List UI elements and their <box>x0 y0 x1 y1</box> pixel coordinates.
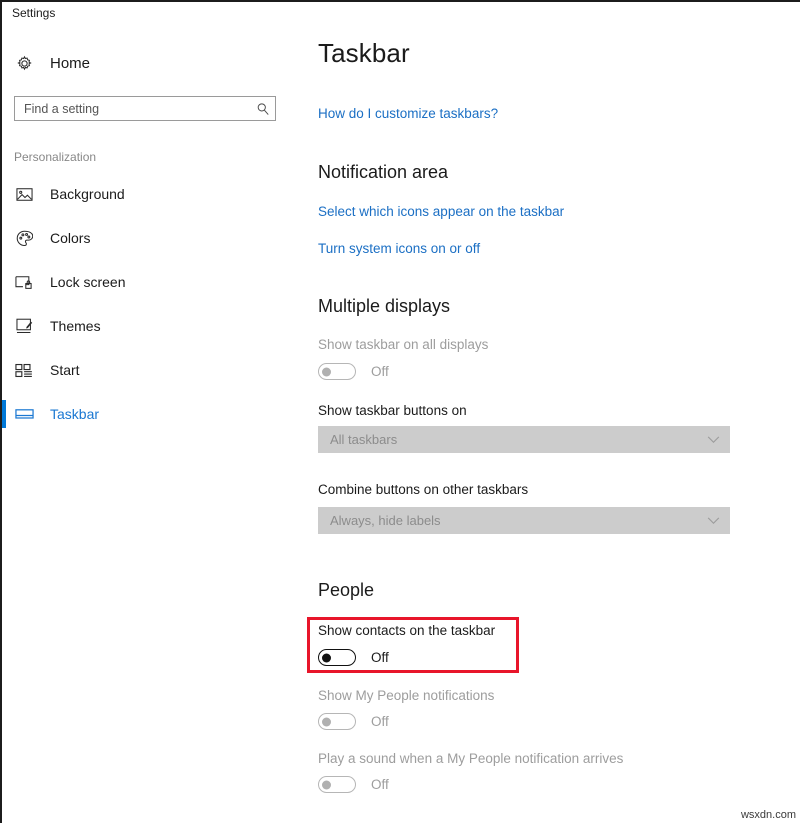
themes-brush-icon <box>12 318 36 334</box>
label-show-taskbar-all-displays: Show taskbar on all displays <box>318 337 488 352</box>
search-box[interactable] <box>14 96 276 121</box>
settings-window: Settings Home <box>0 0 800 823</box>
toggle-knob <box>322 717 331 726</box>
section-title-people: People <box>318 580 374 601</box>
chevron-down-icon <box>696 517 730 525</box>
sidebar-item-lock-screen[interactable]: Lock screen <box>2 260 300 304</box>
link-select-icons-taskbar[interactable]: Select which icons appear on the taskbar <box>318 204 564 219</box>
sidebar-item-start[interactable]: Start <box>2 348 300 392</box>
sidebar-item-taskbar[interactable]: Taskbar <box>2 392 300 436</box>
sidebar-item-label: Themes <box>50 318 101 334</box>
help-link-customize-taskbars[interactable]: How do I customize taskbars? <box>318 106 498 121</box>
section-title-notification-area: Notification area <box>318 162 448 183</box>
selection-accent <box>2 180 6 208</box>
page-title: Taskbar <box>318 38 410 69</box>
toggle-play-sound-my-people[interactable] <box>318 776 356 793</box>
toggle-row-show-my-people-notifications: Off <box>318 713 389 730</box>
label-play-sound-my-people: Play a sound when a My People notificati… <box>318 751 623 766</box>
sidebar-item-label: Start <box>50 362 80 378</box>
toggle-row-play-sound-my-people: Off <box>318 776 389 793</box>
toggle-state-label: Off <box>371 777 389 792</box>
sidebar: Home Personalization <box>2 24 300 823</box>
toggle-row-show-contacts-taskbar: Off <box>318 649 389 666</box>
toggle-knob <box>322 653 331 662</box>
label-combine-buttons-other-taskbars: Combine buttons on other taskbars <box>318 482 528 497</box>
toggle-knob <box>322 780 331 789</box>
window-body: Home Personalization <box>2 24 800 823</box>
selection-accent <box>2 312 6 340</box>
selection-accent <box>2 268 6 296</box>
toggle-state-label: Off <box>371 650 389 665</box>
link-turn-system-icons[interactable]: Turn system icons on or off <box>318 241 480 256</box>
sidebar-item-colors[interactable]: Colors <box>2 216 300 260</box>
main-content: Taskbar How do I customize taskbars? Not… <box>300 24 800 823</box>
dropdown-selected-value: Always, hide labels <box>318 513 696 528</box>
selection-accent <box>2 224 6 252</box>
watermark: wsxdn.com <box>741 809 796 821</box>
sidebar-item-themes[interactable]: Themes <box>2 304 300 348</box>
chevron-down-icon <box>696 436 730 444</box>
sidebar-item-label: Background <box>50 186 125 202</box>
sidebar-item-label: Colors <box>50 230 90 246</box>
sidebar-nav-list: Background Colors <box>2 172 300 436</box>
search-input[interactable] <box>15 97 251 120</box>
taskbar-icon <box>12 408 36 420</box>
gear-icon <box>12 55 36 72</box>
sidebar-item-background[interactable]: Background <box>2 172 300 216</box>
sidebar-item-label: Taskbar <box>50 406 99 422</box>
toggle-show-contacts-taskbar[interactable] <box>318 649 356 666</box>
label-show-contacts-taskbar: Show contacts on the taskbar <box>318 623 495 638</box>
sidebar-home-label: Home <box>50 55 90 72</box>
dropdown-combine-buttons-other-taskbars[interactable]: Always, hide labels <box>318 507 730 534</box>
toggle-state-label: Off <box>371 364 389 379</box>
search-icon[interactable] <box>251 102 275 116</box>
toggle-show-taskbar-all-displays[interactable] <box>318 363 356 380</box>
label-show-taskbar-buttons-on: Show taskbar buttons on <box>318 403 467 418</box>
dropdown-show-taskbar-buttons-on[interactable]: All taskbars <box>318 426 730 453</box>
sidebar-item-label: Lock screen <box>50 274 125 290</box>
title-bar: Settings <box>2 2 800 24</box>
selection-accent <box>2 400 6 428</box>
sidebar-item-home[interactable]: Home <box>2 44 300 82</box>
window-title: Settings <box>12 6 55 20</box>
section-title-multiple-displays: Multiple displays <box>318 296 450 317</box>
start-tiles-icon <box>12 363 36 378</box>
toggle-show-my-people-notifications[interactable] <box>318 713 356 730</box>
toggle-row-show-taskbar-all-displays: Off <box>318 363 389 380</box>
label-show-my-people-notifications: Show My People notifications <box>318 688 494 703</box>
toggle-knob <box>322 367 331 376</box>
image-icon <box>12 187 36 202</box>
lock-screen-icon <box>12 275 36 290</box>
dropdown-selected-value: All taskbars <box>318 432 696 447</box>
palette-icon <box>12 230 36 247</box>
toggle-state-label: Off <box>371 714 389 729</box>
selection-accent <box>2 356 6 384</box>
sidebar-group-title: Personalization <box>14 150 300 164</box>
